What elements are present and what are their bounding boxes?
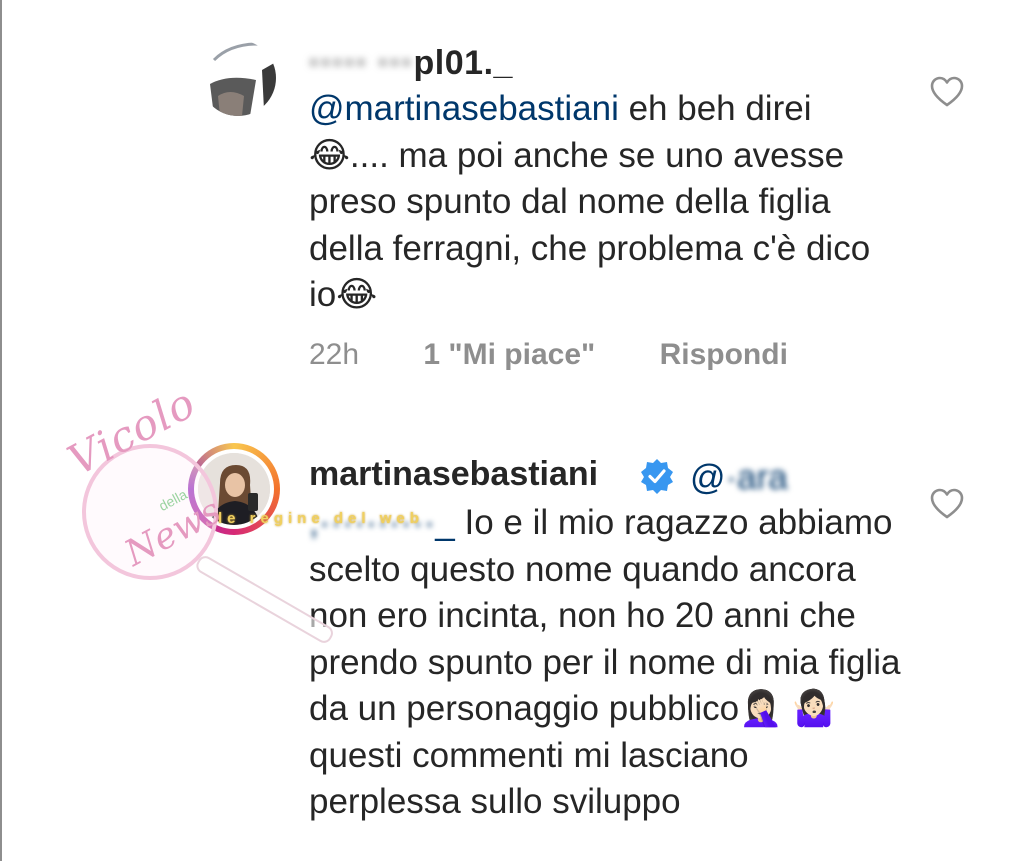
comment-time: 22h bbox=[309, 338, 360, 371]
comment-body: @martinasebastiani eh beh direi😂.... ma … bbox=[309, 86, 889, 319]
mention-end: _ bbox=[435, 503, 455, 542]
reply-text: Io e il mio ragazzo abbiamo scelto quest… bbox=[309, 503, 901, 821]
reply-mention[interactable]: @·ara bbox=[690, 458, 788, 498]
commenter-username[interactable]: ····· ···pl01._ bbox=[309, 44, 513, 83]
author-avatar[interactable] bbox=[198, 453, 270, 525]
mention-at: @ bbox=[690, 458, 726, 497]
username-suffix: pl01._ bbox=[413, 44, 513, 82]
reply-body: ,··········_ Io e il mio ragazzo abbiamo… bbox=[309, 500, 909, 826]
comment-meta: 22h 1 "Mi piace" Rispondi bbox=[309, 338, 788, 372]
heart-outline-icon[interactable] bbox=[930, 76, 964, 108]
likes-count[interactable]: 1 "Mi piace" bbox=[423, 338, 595, 372]
heart-outline-icon[interactable] bbox=[930, 488, 964, 520]
blurred-mention: ·ara bbox=[725, 458, 788, 497]
mention-link[interactable]: @martinasebastiani bbox=[309, 89, 619, 128]
watermark-word-2: della bbox=[155, 485, 190, 515]
verified-badge-icon bbox=[641, 459, 673, 494]
watermark-word-1: Vicolo bbox=[60, 377, 204, 486]
blurred-mention-continuation: ,·········· bbox=[309, 503, 436, 542]
author-username[interactable]: martinasebastiani bbox=[309, 455, 598, 494]
blurred-username-part: ····· ··· bbox=[309, 44, 414, 82]
instagram-comments-screen: ····· ···pl01._ @martinasebastiani eh be… bbox=[0, 0, 1024, 861]
reply-button[interactable]: Rispondi bbox=[660, 338, 788, 372]
commenter-avatar[interactable] bbox=[200, 40, 276, 116]
